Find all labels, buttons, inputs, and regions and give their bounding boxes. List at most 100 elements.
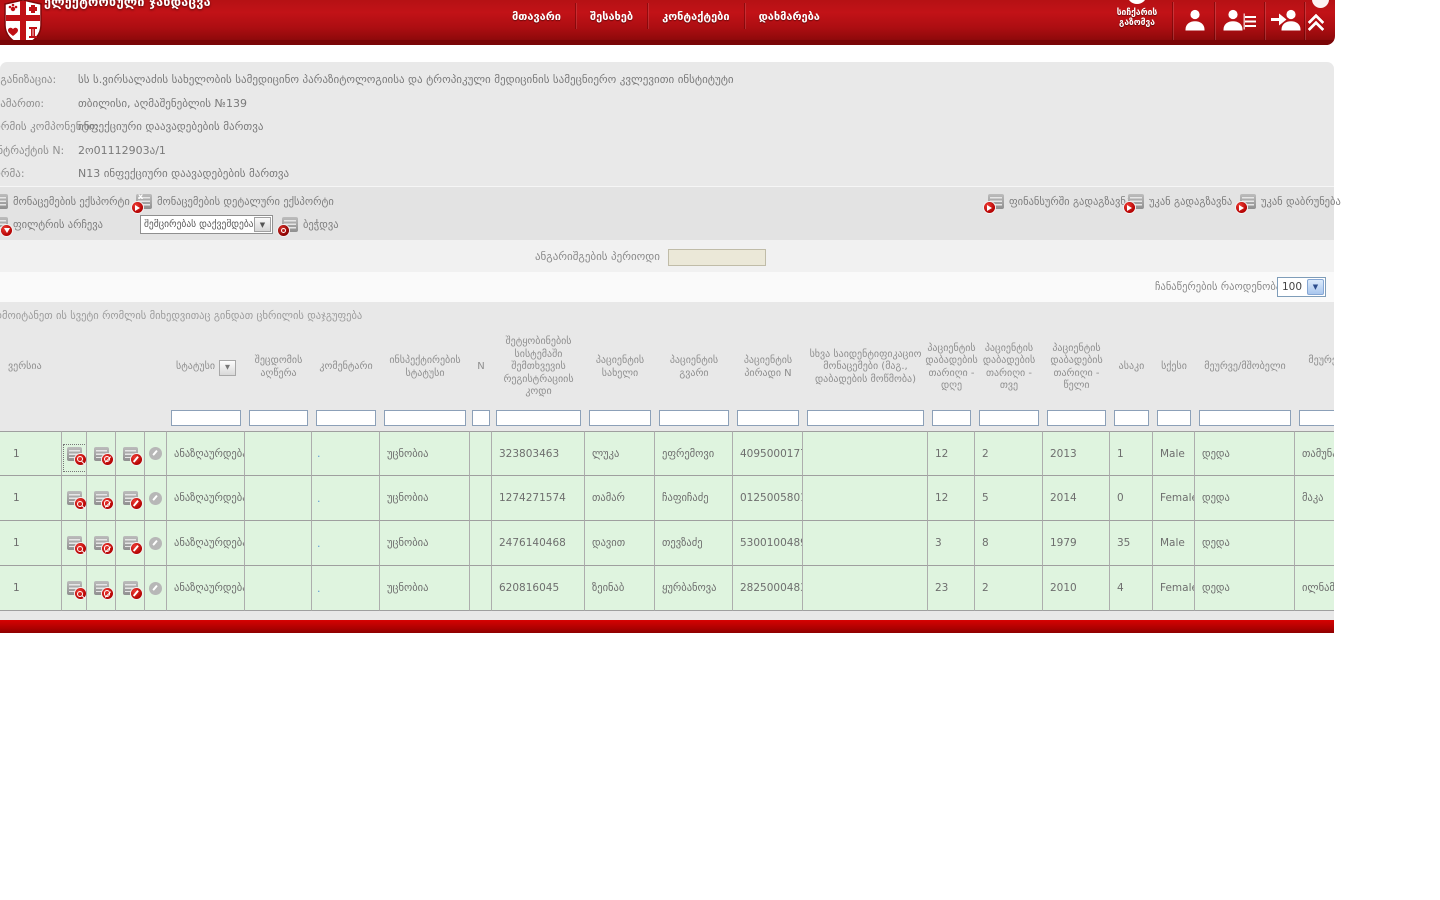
block-record-icon[interactable] [93,581,113,599]
filter-guardian_name-input[interactable] [1299,410,1334,426]
nav-item-3[interactable]: კონტაქტები [648,5,743,28]
edit-record-icon[interactable] [122,581,142,599]
cell-birth_month: 8 [975,521,1043,566]
cell-status: ანაზღაურდება [167,431,245,476]
user-profile-icon[interactable] [1182,7,1208,37]
nav-item-1[interactable]: მთავარი [498,5,575,28]
go-back-button[interactable]: უკან დაბრუნება [1236,194,1341,213]
cropped-header-icon [1312,0,1329,8]
block-record-icon[interactable] [93,491,113,509]
col-header-age[interactable]: ასაკი [1110,330,1153,405]
edit-note-icon[interactable] [149,447,162,460]
col-header-inspection[interactable]: ინსპექტირების სტატუსი [380,330,470,405]
send-to-financial-button[interactable]: ფინანსურში გადაგზავნა [984,194,1131,213]
edit-record-icon[interactable] [122,446,142,465]
info-row: კონტრაქტის N: 2ო01112903ა/1 [0,138,1334,162]
cell-sex: Male [1153,521,1195,566]
col-header-last_name[interactable]: პაციენტის გვარი [655,330,733,405]
edit-note-icon[interactable] [149,581,162,595]
filter-cell-age [1110,405,1153,431]
filter-comment-input[interactable] [316,410,376,426]
info-value: 2ო01112903ა/1 [78,143,166,157]
user-list-icon[interactable] [1222,7,1258,37]
col-header-birth_day[interactable]: პაციენტის დაბადების თარიღი - დღე [925,330,977,405]
filter-guardian-input[interactable] [1199,410,1291,426]
cell-reg_code: 1274271574 [492,476,585,521]
detailed-export-button[interactable]: მონაცემების დეტალური ექსპორტი [132,192,334,213]
cell-inspection: უცნობია [380,431,470,476]
cell-birth_year: 2013 [1043,431,1110,476]
filter-n-input[interactable] [472,410,490,426]
info-label: მისამართი: [0,96,45,110]
filter-inspection-input[interactable] [384,410,466,426]
export-data-button[interactable]: მონაცემების ექსპორტი [0,194,130,209]
divider [1304,2,1305,40]
col-header-birth_month[interactable]: პაციენტის დაბადების თარიღი - თვე [975,330,1043,405]
col-header-birth_year[interactable]: პაციენტის დაბადების თარიღი - წელი [1043,330,1110,405]
col-header-personal_n[interactable]: პაციენტის პირადი N [733,330,803,405]
edit-record-icon[interactable] [122,491,142,509]
filter-age-input[interactable] [1114,410,1149,426]
speed-test-button[interactable]: სიჩქარის გაზომვა [1108,0,1166,28]
col-header-status[interactable]: სტატუსი ▼ [167,330,245,405]
filter-birth_month-input[interactable] [979,410,1039,426]
col-header-version[interactable]: ვერსია [0,330,62,405]
divider [1172,2,1173,40]
nav-item-2[interactable]: შესახებ [576,5,647,28]
filter-status-input[interactable] [171,410,241,426]
cell-act_block [87,476,116,521]
cell-n [470,476,492,521]
filter-personal_n-input[interactable] [737,410,799,426]
excel-export-icon [132,192,152,213]
filter-first_name-input[interactable] [589,410,651,426]
filter-select-value: შემცირებას დაქვემდებარ [144,219,253,230]
filter-last_name-input[interactable] [659,410,729,426]
block-record-icon[interactable] [93,536,113,554]
block-record-icon[interactable] [93,446,113,465]
cell-comment: . [312,476,380,521]
nav-item-4[interactable]: დახმარება [745,5,834,28]
filter-cell-reg_code [492,405,585,431]
logout-user-icon[interactable] [1270,7,1302,37]
view-record-icon[interactable] [62,443,86,472]
edit-record-icon[interactable] [122,536,142,554]
filter-cell-last_name [655,405,733,431]
cell-n [470,431,492,476]
filter-birth_year-input[interactable] [1047,410,1106,426]
col-header-comment[interactable]: კომენტარი [312,330,380,405]
col-header-error[interactable]: შეცდომის აღწერა [245,330,312,405]
filter-cell-first_name [585,405,655,431]
report-period-input[interactable] [668,249,766,266]
cell-guardian: დედა [1195,476,1295,521]
filter-select[interactable]: შემცირებას დაქვემდებარ ▼ [140,215,273,234]
chevron-down-icon[interactable]: ▼ [254,217,271,232]
status-header-dropdown[interactable]: ▼ [219,359,236,376]
print-button[interactable]: ბეჭდვა [278,217,339,236]
filter-birth_day-input[interactable] [932,410,971,426]
col-header-guardian[interactable]: მეურვე/მშობელი [1195,330,1295,405]
cell-act_edit [116,431,145,476]
col-header-other_id[interactable]: სხვა საიდენტიფიკაციო მონაცემები (მაგ., დ… [803,330,928,405]
records-count-value: 100 [1282,281,1303,293]
collapse-header-button[interactable] [1307,13,1325,38]
col-header-n[interactable]: N [470,330,492,405]
col-header-sex[interactable]: სქესი [1153,330,1195,405]
edit-note-icon[interactable] [149,491,162,505]
choose-filter-button[interactable]: ფილტრის არჩევა [0,217,103,236]
col-header-guardian_name[interactable]: მეურვე/მშობელი - სახელი [1295,330,1334,405]
records-count-select[interactable]: 100 ▼ [1277,277,1326,297]
filter-cell-n [470,405,492,431]
col-header-reg_code[interactable]: შეტყობინების სისტემაში შემთხვევის რეგისტ… [492,330,585,405]
filter-error-input[interactable] [249,410,308,426]
view-record-icon[interactable] [66,536,86,554]
send-back-button[interactable]: უკან გადაგზავნა [1124,194,1232,213]
filter-other_id-input[interactable] [807,410,924,426]
chevron-down-icon[interactable]: ▼ [1307,279,1324,295]
filter-sex-input[interactable] [1157,410,1191,426]
view-record-icon[interactable] [66,581,86,599]
filter-cell-comment [312,405,380,431]
view-record-icon[interactable] [66,491,86,509]
col-header-first_name[interactable]: პაციენტის სახელი [585,330,655,405]
filter-reg_code-input[interactable] [496,410,581,426]
edit-note-icon[interactable] [149,536,162,550]
